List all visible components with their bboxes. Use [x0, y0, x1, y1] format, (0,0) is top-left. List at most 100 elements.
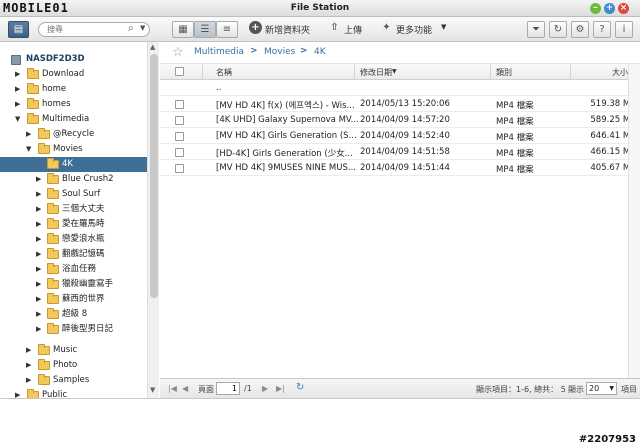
breadcrumb-multimedia[interactable]: Multimedia [194, 47, 244, 57]
expand-icon[interactable]: ▶ [36, 247, 41, 262]
refresh-icon[interactable]: ↻ [296, 382, 304, 393]
expand-icon[interactable]: ▶ [36, 277, 41, 292]
row-checkbox[interactable] [175, 164, 184, 173]
expand-icon[interactable]: ▶ [26, 373, 31, 388]
tree-item-photo[interactable]: ▶ Photo [0, 358, 147, 373]
collapse-icon[interactable]: ▼ [15, 112, 20, 127]
expand-icon[interactable]: ▶ [15, 97, 20, 112]
detail-view-button[interactable]: ≡ [216, 21, 238, 38]
expand-icon[interactable]: ▶ [26, 127, 31, 142]
expand-icon[interactable]: ▶ [26, 343, 31, 358]
scroll-up-icon[interactable]: ▲ [150, 43, 155, 51]
table-row[interactable]: [4K UHD] Galaxy Supernova MV... 2014/04/… [160, 112, 636, 128]
list-view-button[interactable]: ☰ [194, 21, 216, 38]
tree-item-soul-surf[interactable]: ▶ Soul Surf [0, 187, 147, 202]
expand-icon[interactable]: ▶ [36, 187, 41, 202]
breadcrumb-4k[interactable]: 4K [314, 47, 326, 57]
tree-item-movie-4[interactable]: ▶ 翻戲記憶碼 [0, 247, 147, 262]
tree-item-recycle[interactable]: ▶ @Recycle [0, 127, 147, 142]
select-all-checkbox[interactable] [175, 67, 184, 76]
first-page-icon[interactable]: |◀ [168, 384, 177, 393]
tree-item-music[interactable]: ▶ Music [0, 343, 147, 358]
tree-item-home[interactable]: ▶ home [0, 82, 147, 97]
tools-icon[interactable]: ✦ [380, 21, 393, 34]
tree-item-movie-6[interactable]: ▶ 獵殺幽靈寫手 [0, 277, 147, 292]
chevron-down-icon[interactable]: ▼ [140, 24, 145, 32]
table-row[interactable]: [MV HD 4K] Girls Generation (S... 2014/0… [160, 128, 636, 144]
breadcrumb-movies[interactable]: Movies [264, 47, 295, 57]
expand-icon[interactable]: ▶ [15, 82, 20, 97]
tree-item-movie-3[interactable]: ▶ 戀愛浪水瓶 [0, 232, 147, 247]
gear-icon[interactable]: ⚙ [571, 21, 589, 38]
tree-item-download[interactable]: ▶ Download [0, 67, 147, 82]
upload-icon[interactable]: ⇧ [328, 21, 341, 34]
row-checkbox[interactable] [175, 132, 184, 141]
column-modified[interactable]: 修改日期 [360, 67, 392, 78]
expand-icon[interactable]: ▶ [15, 388, 20, 398]
page-number-input[interactable] [216, 382, 240, 395]
tree-item-4k[interactable]: 4K [0, 157, 147, 172]
prev-page-icon[interactable]: ◀ [182, 384, 188, 393]
tree-item-public[interactable]: ▶ Public [0, 388, 147, 398]
expand-icon[interactable]: ▶ [36, 202, 41, 217]
row-checkbox[interactable] [175, 148, 184, 157]
column-type[interactable]: 類別 [496, 67, 512, 78]
more-dropdown-icon[interactable]: ▼ [441, 23, 446, 31]
add-folder-icon[interactable]: + [249, 21, 262, 34]
refresh-icon[interactable]: ↻ [549, 21, 567, 38]
tree-item-movie-9[interactable]: ▶ 醉後型男日記 [0, 322, 147, 337]
tree-item-movie-5[interactable]: ▶ 浴血任務 [0, 262, 147, 277]
sidebar-toggle-button[interactable]: ▤ [8, 21, 29, 38]
minimize-icon[interactable]: – [590, 3, 601, 14]
search-icon[interactable]: ⌕ [128, 23, 134, 34]
expand-icon[interactable]: ▶ [36, 232, 41, 247]
expand-icon[interactable]: ▶ [36, 292, 41, 307]
star-icon[interactable]: ☆ [172, 45, 184, 60]
tree-item-samples[interactable]: ▶ Samples [0, 373, 147, 388]
info-icon[interactable]: i [615, 21, 633, 38]
maximize-icon[interactable]: + [604, 3, 615, 14]
table-scrollbar[interactable] [628, 64, 640, 378]
row-checkbox[interactable] [175, 116, 184, 125]
expand-icon[interactable]: ▶ [36, 262, 41, 277]
collapse-icon[interactable]: ▼ [26, 142, 31, 157]
table-row[interactable]: [MV HD 4K] 9MUSES NINE MUS... 2014/04/09… [160, 160, 636, 176]
tree-item-blue-crush2[interactable]: ▶ Blue Crush2 [0, 172, 147, 187]
column-size[interactable]: 大小 [612, 67, 628, 78]
parent-folder-row[interactable]: .. [160, 80, 628, 96]
new-folder-button[interactable]: 新增資料夾 [265, 23, 310, 36]
per-page-select[interactable]: 20 ▼ [586, 382, 617, 395]
scrollbar-thumb[interactable] [150, 54, 158, 298]
tree-root[interactable]: NASDF2D3D [0, 52, 147, 67]
table-row[interactable]: [HD-4K] Girls Generation (少女... 2014/04/… [160, 144, 636, 160]
filter-icon[interactable]: ⏷ [527, 21, 545, 38]
row-checkbox[interactable] [175, 100, 184, 109]
upload-button[interactable]: 上傳 [344, 23, 362, 36]
expand-icon[interactable]: ▶ [15, 67, 20, 82]
expand-icon[interactable]: ▶ [26, 358, 31, 373]
tree-item-movie-7[interactable]: ▶ 蘇西的世界 [0, 292, 147, 307]
tree-item-movie-8[interactable]: ▶ 超級 8 [0, 307, 147, 322]
tree-item-movie-2[interactable]: ▶ 愛在羅馬時 [0, 217, 147, 232]
tree-item-movie-1[interactable]: ▶ 三個大丈夫 [0, 202, 147, 217]
help-icon[interactable]: ? [593, 21, 611, 38]
tree-item-movies[interactable]: ▼ Movies [0, 142, 147, 157]
chevron-right-icon: > [250, 46, 258, 56]
thumbnail-view-button[interactable]: ▦ [172, 21, 194, 38]
expand-icon[interactable]: ▶ [36, 217, 41, 232]
tree-item-multimedia[interactable]: ▼ Multimedia [0, 112, 147, 127]
table-row[interactable]: [MV HD 4K] f(x) (에프엑스) - Wis... 2014/05/… [160, 96, 636, 112]
sort-down-icon[interactable]: ▼ [392, 68, 397, 75]
close-icon[interactable]: × [618, 3, 629, 14]
expand-icon[interactable]: ▶ [36, 322, 41, 337]
more-actions-button[interactable]: 更多功能 [396, 23, 432, 36]
column-name[interactable]: 名稱 [216, 67, 232, 78]
tree-item-homes[interactable]: ▶ homes [0, 97, 147, 112]
expand-icon[interactable]: ▶ [36, 307, 41, 322]
show-label: 顯示 [568, 385, 584, 394]
scroll-down-icon[interactable]: ▼ [150, 386, 155, 394]
last-page-icon[interactable]: ▶| [276, 384, 285, 393]
sidebar-scrollbar[interactable]: ▲ ▼ [147, 42, 159, 398]
next-page-icon[interactable]: ▶ [262, 384, 268, 393]
expand-icon[interactable]: ▶ [36, 172, 41, 187]
